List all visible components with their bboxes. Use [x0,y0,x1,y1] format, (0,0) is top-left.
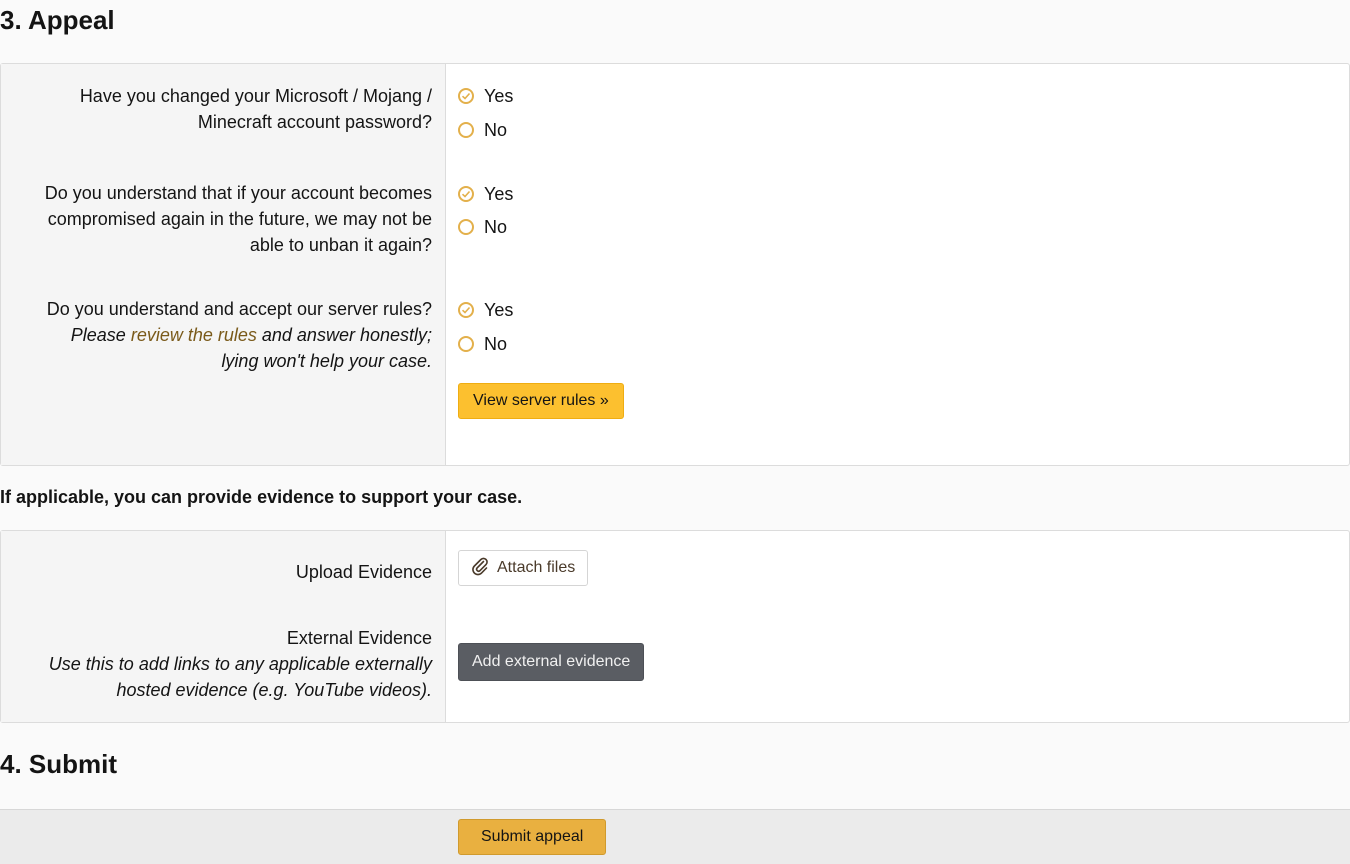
radio-label: No [484,119,508,140]
submit-section-title: 4. Submit [0,749,118,779]
radio-label: Yes [484,183,514,204]
radio-compromise-yes[interactable]: Yes [458,182,513,206]
question-hint-line2: lying won't help your case. [221,351,432,371]
radio-password-no[interactable]: No [458,118,507,142]
attach-files-button[interactable]: Attach files [458,550,589,586]
radio-checked-icon[interactable] [458,186,474,202]
radio-rules-yes[interactable]: Yes [458,298,513,322]
radio-unchecked-icon[interactable] [458,336,474,352]
radio-label: Yes [484,299,514,320]
question-password-changed: Have you changed your Microsoft / Mojang… [80,83,432,135]
review-rules-link[interactable]: review the rules [131,325,257,345]
radio-unchecked-icon[interactable] [458,122,474,138]
external-evidence-hint-line2: hosted evidence (e.g. YouTube videos). [116,680,432,700]
radio-unchecked-icon[interactable] [458,219,474,235]
radio-label: No [484,333,508,354]
external-evidence-hint: Use this to add links to any applicable … [48,654,432,674]
submit-bar: Submit appeal [0,809,1350,864]
question-compromise-warning: Do you understand that if your account b… [45,180,432,258]
submit-appeal-button[interactable]: Submit appeal [458,819,607,855]
radio-checked-icon[interactable] [458,302,474,318]
evidence-intro-text: If applicable, you can provide evidence … [0,487,523,507]
hint-text: Please [70,325,131,345]
external-evidence-label-group: External Evidence Use this to add links … [49,625,432,703]
attach-files-label: Attach files [497,559,576,576]
question-label-line: compromised again in the future, we may … [47,209,432,229]
appeal-section-title: 3. Appeal [0,5,115,35]
question-hint: Please review the rules and answer hones… [47,322,432,348]
question-label-line: Do you understand and accept our server … [46,299,432,319]
upload-evidence-label: Upload Evidence [295,562,432,582]
view-server-rules-button[interactable]: View server rules » [458,383,624,419]
radio-label: Yes [484,85,514,106]
radio-checked-icon[interactable] [458,88,474,104]
add-external-evidence-button[interactable]: Add external evidence [458,643,645,681]
question-server-rules: Do you understand and accept our server … [47,296,432,374]
hint-text: and answer honestly; [256,325,432,345]
radio-compromise-no[interactable]: No [458,215,507,239]
radio-rules-no[interactable]: No [458,332,507,356]
external-evidence-label: External Evidence [286,628,432,648]
question-label-line: Have you changed your Microsoft / Mojang… [79,86,432,106]
paperclip-icon [471,556,489,581]
question-label-line: Minecraft account password? [197,112,432,132]
question-label-line: able to unban it again? [249,235,432,255]
radio-label: No [484,216,508,237]
radio-password-yes[interactable]: Yes [458,84,513,108]
question-label-line: Do you understand that if your account b… [44,183,432,203]
